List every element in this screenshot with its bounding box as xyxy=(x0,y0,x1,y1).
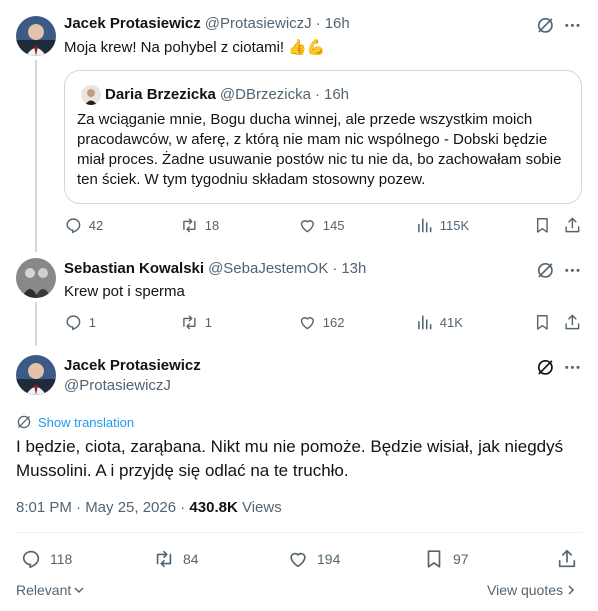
like-button[interactable]: 194 xyxy=(287,548,340,570)
share-button[interactable] xyxy=(556,548,578,570)
like-count: 162 xyxy=(322,314,345,330)
globe-icon xyxy=(17,415,31,429)
tweet-text: Krew pot i sperma xyxy=(64,283,185,300)
share-icon xyxy=(565,314,580,330)
avatar-sebastian[interactable] xyxy=(16,258,56,298)
more-icon[interactable] xyxy=(563,16,582,40)
repost-count: 18 xyxy=(204,217,220,233)
tweet-text: Moja krew! Na pohybel z ciotami! 👍💪 xyxy=(64,39,326,56)
share-button[interactable] xyxy=(563,313,582,337)
more-icon[interactable] xyxy=(563,261,582,285)
views-count: 430.8K xyxy=(189,499,238,516)
author-name[interactable]: Jacek Protasiewicz xyxy=(64,15,201,32)
bookmark-count: 97 xyxy=(453,551,469,567)
like-count: 194 xyxy=(317,551,341,567)
repost-count: 84 xyxy=(183,551,199,567)
share-icon xyxy=(565,217,580,233)
heart-icon xyxy=(300,220,314,233)
repost-button[interactable]: 84 xyxy=(153,548,199,570)
author-name[interactable]: Sebastian Kowalski xyxy=(64,260,204,277)
separator: · xyxy=(315,15,321,32)
reply-icon xyxy=(66,315,81,331)
quote-text: Za wciąganie mnie, Bogu ducha winnej, al… xyxy=(77,111,562,188)
author-handle[interactable]: @ProtasiewiczJ xyxy=(205,15,312,32)
view-count: 115K xyxy=(439,217,470,233)
view-quotes-link[interactable]: View quotes xyxy=(487,582,577,598)
view-count: 41K xyxy=(439,314,463,330)
bookmark-button[interactable] xyxy=(533,313,552,337)
reply-count: 42 xyxy=(88,217,104,233)
repost-icon xyxy=(183,218,196,233)
timestamp[interactable]: 13h xyxy=(341,260,366,277)
show-translation-link[interactable]: Show translation xyxy=(16,414,134,430)
share-button[interactable] xyxy=(563,216,582,240)
views-button[interactable]: 41K xyxy=(415,313,463,332)
quote-author-name: Daria Brzezicka xyxy=(105,86,216,103)
reply-button[interactable]: 42 xyxy=(64,216,103,235)
bookmark-icon xyxy=(536,315,548,330)
author-handle[interactable]: @SebaJestemOK xyxy=(208,260,328,277)
chevron-right-icon xyxy=(568,585,575,595)
bookmark-icon xyxy=(536,218,548,233)
avatar-jacek[interactable] xyxy=(16,16,56,56)
repost-icon xyxy=(183,315,196,330)
more-icon[interactable] xyxy=(563,358,582,382)
separator: · xyxy=(314,86,320,103)
view-quotes-label: View quotes xyxy=(487,582,564,598)
quote-author-handle: @DBrzezicka xyxy=(219,86,311,103)
post-meta: 8:01 PM · May 25, 2026 · 430.8K Views xyxy=(16,499,282,516)
quote-timestamp: 16h xyxy=(323,86,350,103)
main-tweet-text: I będzie, ciota, zarąbana. Nikt mu nie p… xyxy=(16,437,564,480)
reply-icon xyxy=(66,218,81,234)
reply-count: 118 xyxy=(50,551,73,567)
author-handle[interactable]: @ProtasiewiczJ xyxy=(64,377,171,394)
divider xyxy=(16,532,582,533)
post-date[interactable]: 8:01 PM · May 25, 2026 · xyxy=(16,499,189,516)
repost-button[interactable]: 18 xyxy=(180,216,219,235)
reply-icon xyxy=(22,550,40,569)
sort-relevant-dropdown[interactable]: Relevant xyxy=(16,582,85,598)
grok-icon[interactable] xyxy=(536,261,555,285)
reply-count: 1 xyxy=(88,314,96,330)
heart-icon xyxy=(300,317,314,330)
views-label: Views xyxy=(237,499,282,516)
thread-line xyxy=(35,302,37,346)
separator: · xyxy=(332,260,338,277)
repost-button[interactable]: 1 xyxy=(180,313,212,332)
like-button[interactable]: 162 xyxy=(298,313,344,332)
bookmark-icon xyxy=(427,550,441,568)
reply-button[interactable]: 118 xyxy=(20,548,72,570)
bookmark-button[interactable]: 97 xyxy=(423,548,469,570)
chevron-down-icon xyxy=(74,587,84,594)
avatar-jacek[interactable] xyxy=(16,355,56,395)
show-translation-label: Show translation xyxy=(38,414,135,430)
bookmark-button[interactable] xyxy=(533,216,552,240)
thread-line xyxy=(35,60,37,252)
timestamp[interactable]: 16h xyxy=(325,15,350,32)
grok-icon[interactable] xyxy=(536,358,555,382)
repost-count: 1 xyxy=(204,314,212,330)
reply-button[interactable]: 1 xyxy=(64,313,96,332)
sort-label: Relevant xyxy=(16,582,72,598)
share-icon xyxy=(558,549,576,568)
like-button[interactable]: 145 xyxy=(298,216,344,235)
like-count: 145 xyxy=(322,217,345,233)
analytics-icon xyxy=(418,315,432,330)
heart-icon xyxy=(290,552,306,568)
author-name[interactable]: Jacek Protasiewicz xyxy=(64,357,201,374)
repost-icon xyxy=(156,550,172,568)
avatar-daria xyxy=(81,85,101,105)
grok-icon[interactable] xyxy=(536,16,555,40)
views-button[interactable]: 115K xyxy=(415,216,469,235)
analytics-icon xyxy=(418,218,432,233)
